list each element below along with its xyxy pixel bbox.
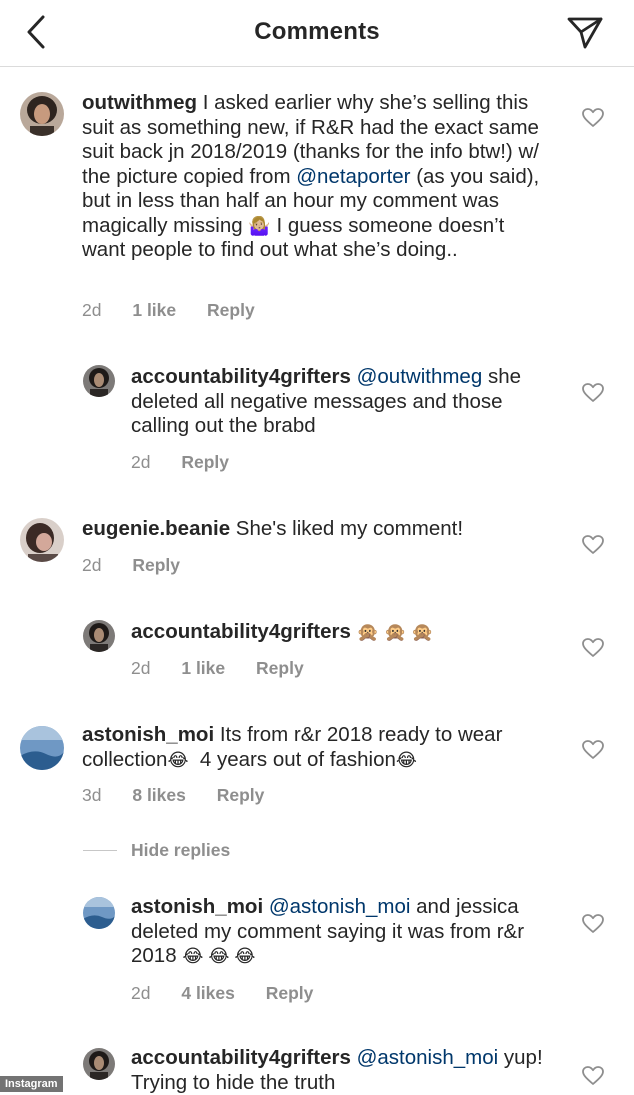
comment-time: 2d bbox=[131, 452, 151, 472]
comment-time: 2d bbox=[131, 658, 151, 678]
avatar[interactable] bbox=[83, 620, 115, 652]
comment-meta: 2d 1 like Reply bbox=[82, 300, 281, 321]
comment-text: accountability4grifters 🙊 🙊 🙊 bbox=[131, 620, 551, 645]
comment-text: eugenie.beanie She's liked my comment! bbox=[82, 517, 464, 540]
comment-text: accountability4grifters @outwithmeg she … bbox=[131, 365, 527, 437]
comment-username[interactable]: astonish_moi bbox=[131, 895, 263, 918]
comment-meta: 2d Reply bbox=[131, 452, 255, 473]
comment-text: outwithmeg I asked earlier why she’s sel… bbox=[82, 91, 545, 261]
heart-icon[interactable] bbox=[582, 638, 604, 658]
monkey-emoji: 🙊 🙊 🙊 bbox=[356, 622, 434, 642]
comment-time: 2d bbox=[82, 555, 102, 575]
heart-icon[interactable] bbox=[582, 740, 604, 760]
comment-username[interactable]: outwithmeg bbox=[82, 91, 197, 114]
watermark: Instagram bbox=[0, 1076, 63, 1092]
reply-button[interactable]: Reply bbox=[217, 785, 265, 805]
divider bbox=[83, 850, 117, 851]
reply-button[interactable]: Reply bbox=[207, 300, 255, 320]
comment-time: 2d bbox=[82, 300, 102, 320]
comment-username[interactable]: astonish_moi bbox=[82, 723, 214, 746]
reply-button[interactable]: Reply bbox=[266, 983, 314, 1003]
avatar[interactable] bbox=[83, 365, 115, 397]
comment-username[interactable]: accountability4grifters bbox=[131, 1046, 351, 1069]
hide-replies-button[interactable]: Hide replies bbox=[131, 840, 230, 861]
reply-button[interactable]: Reply bbox=[132, 555, 180, 575]
comment-time: 2d bbox=[131, 983, 151, 1003]
comment-text: astonish_moi Its from r&r 2018 ready to … bbox=[82, 723, 509, 771]
send-icon bbox=[567, 17, 603, 49]
mention-link[interactable]: @astonish_moi bbox=[357, 1046, 499, 1069]
mention-link[interactable]: @outwithmeg bbox=[357, 365, 483, 388]
like-count[interactable]: 1 like bbox=[181, 658, 225, 678]
comment-meta: 2d Reply bbox=[82, 555, 206, 576]
heart-icon[interactable] bbox=[582, 1066, 604, 1086]
comment-username[interactable]: accountability4grifters bbox=[131, 620, 351, 643]
like-count[interactable]: 8 likes bbox=[132, 785, 186, 805]
comment-username[interactable]: eugenie.beanie bbox=[82, 517, 230, 540]
mention-link[interactable]: @astonish_moi bbox=[269, 895, 411, 918]
heart-icon[interactable] bbox=[582, 383, 604, 403]
heart-icon[interactable] bbox=[582, 535, 604, 555]
header-bar: Comments bbox=[0, 0, 634, 67]
comment-username[interactable]: accountability4grifters bbox=[131, 365, 351, 388]
laughing-emoji: 😂 😂 😂 bbox=[182, 946, 256, 966]
comment-meta: 2d 4 likes Reply bbox=[131, 983, 339, 1004]
heart-icon[interactable] bbox=[582, 914, 604, 934]
comment-time: 3d bbox=[82, 785, 102, 805]
reply-button[interactable]: Reply bbox=[256, 658, 304, 678]
like-count[interactable]: 4 likes bbox=[181, 983, 235, 1003]
reply-button[interactable]: Reply bbox=[181, 452, 229, 472]
avatar[interactable] bbox=[20, 92, 64, 136]
avatar[interactable] bbox=[83, 897, 115, 929]
comment-meta: 3d 8 likes Reply bbox=[82, 785, 290, 806]
avatar[interactable] bbox=[83, 1048, 115, 1080]
avatar[interactable] bbox=[20, 726, 64, 770]
comment-text: astonish_moi @astonish_moi and jessica d… bbox=[131, 895, 530, 967]
page-title: Comments bbox=[254, 18, 380, 45]
like-count[interactable]: 1 like bbox=[132, 300, 176, 320]
shrug-emoji: 🤷🏼‍♀️ bbox=[248, 215, 271, 236]
laughing-emoji: 😂 bbox=[395, 749, 417, 770]
comment-text: accountability4grifters @astonish_moi yu… bbox=[131, 1046, 548, 1094]
comment-meta: 2d 1 like Reply bbox=[131, 658, 330, 679]
avatar[interactable] bbox=[20, 518, 64, 562]
heart-icon[interactable] bbox=[582, 108, 604, 128]
share-button[interactable] bbox=[566, 14, 604, 52]
mention-link[interactable]: @netaporter bbox=[296, 165, 410, 188]
laughing-emoji: 😂 bbox=[167, 749, 189, 770]
